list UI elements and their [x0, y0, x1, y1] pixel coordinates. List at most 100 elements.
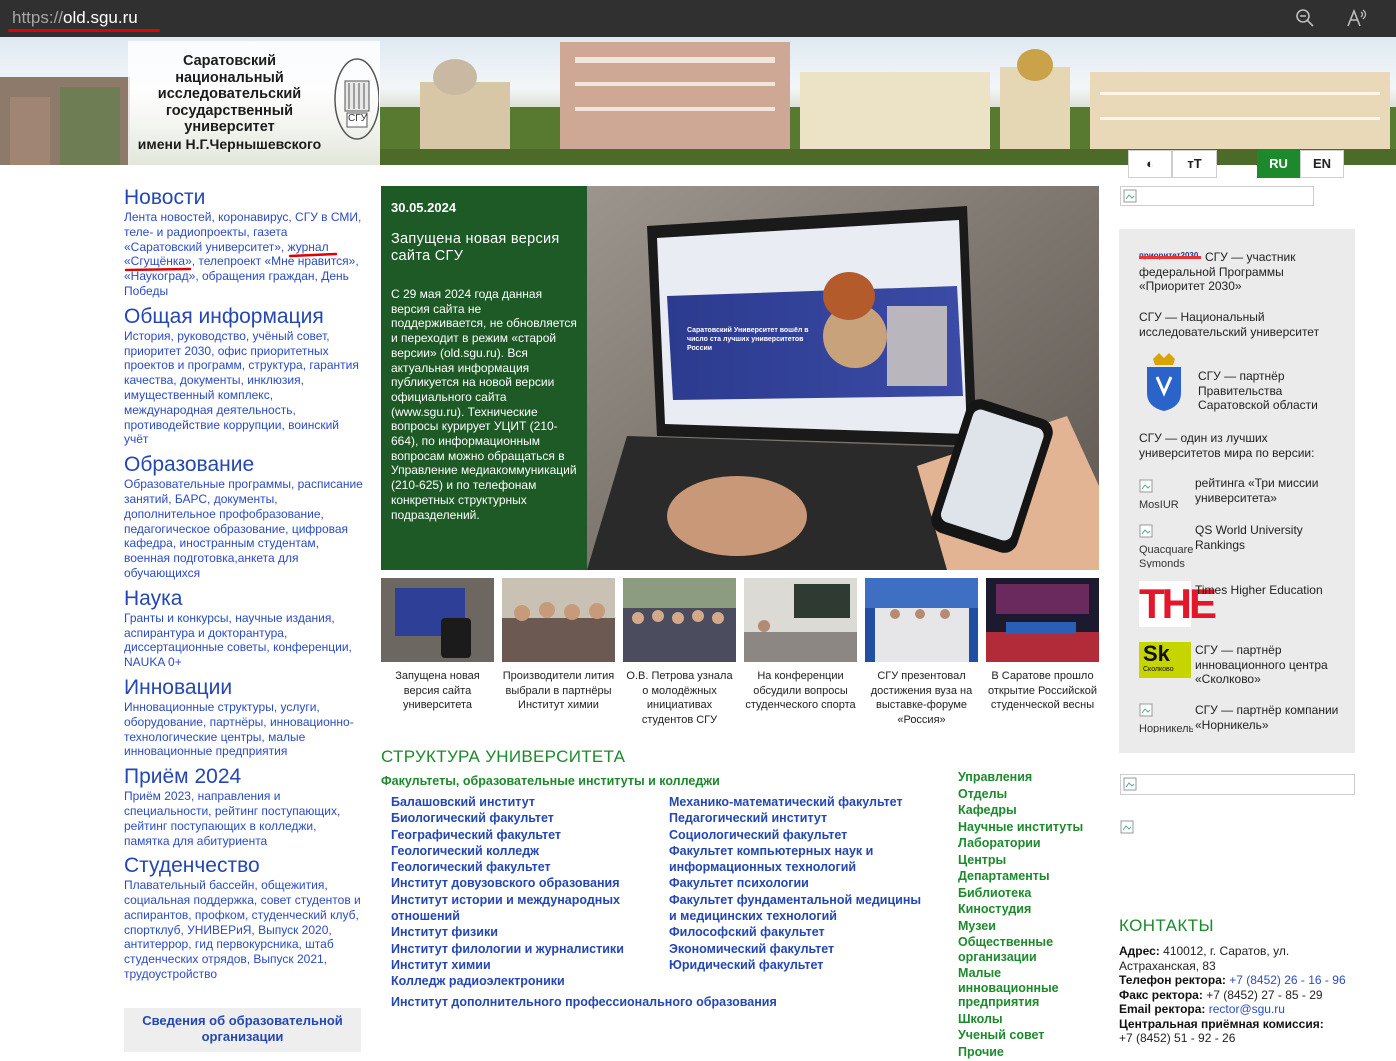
- nornickel-logo[interactable]: Норникель: [1139, 703, 1193, 733]
- news-thumb[interactable]: О.В. Петрова узнала о молодёжных инициат…: [623, 578, 736, 727]
- nav-links-admission[interactable]: Приём 2023, направления и специальности,…: [124, 789, 364, 848]
- faculty-link[interactable]: Факультет компьютерных наук и информацио…: [669, 843, 899, 876]
- nav-links-science[interactable]: Гранты и конкурсы, научные издания, аспи…: [124, 611, 364, 670]
- nav-title-science[interactable]: Наука: [124, 587, 364, 611]
- faculty-link[interactable]: Геологический колледж: [391, 843, 666, 859]
- nav-title-students[interactable]: Студенчество: [124, 854, 364, 878]
- nav-section-science: Наука Гранты и конкурсы, научные издания…: [124, 587, 364, 670]
- news-thumb[interactable]: Запущена новая версия сайта университета: [381, 578, 494, 713]
- qs-logo[interactable]: Quacquarelli Symonds: [1139, 524, 1193, 568]
- nav-title-admission[interactable]: Приём 2024: [124, 765, 364, 789]
- rector-phone-link[interactable]: +7 (8452) 26 - 16 - 96: [1229, 973, 1345, 987]
- faculty-link[interactable]: Географический факультет: [391, 827, 666, 843]
- faculty-link[interactable]: Экономический факультет: [669, 941, 939, 957]
- url-field[interactable]: https://old.sgu.ru: [12, 8, 138, 28]
- nav-links-education[interactable]: Образовательные программы, расписание за…: [124, 477, 364, 581]
- university-logo-block[interactable]: Саратовский национальный исследовательск…: [128, 41, 380, 165]
- the-text: Times Higher Education: [1195, 583, 1323, 597]
- structure-link[interactable]: Школы: [958, 1012, 1093, 1027]
- structure-link[interactable]: Отделы: [958, 787, 1093, 802]
- structure-link[interactable]: Научные институты: [958, 820, 1093, 835]
- faculty-link[interactable]: Институт довузовского образования: [391, 875, 666, 891]
- read-aloud-icon[interactable]: [1346, 8, 1368, 30]
- skolkovo-logo[interactable]: Sk Сколково: [1139, 642, 1191, 678]
- nav-title-education[interactable]: Образование: [124, 453, 364, 477]
- national-university-text: СГУ — Национальный исследовательский уни…: [1139, 310, 1320, 339]
- nav-title-general[interactable]: Общая информация: [124, 305, 364, 329]
- org-info-button[interactable]: Сведения об образовательной организации: [124, 1008, 361, 1052]
- rector-email-link[interactable]: rector@sgu.ru: [1209, 1002, 1285, 1016]
- broken-banner-image[interactable]: [1120, 186, 1314, 206]
- structure-link[interactable]: Прочие: [958, 1045, 1093, 1060]
- contacts-block: Адрес: 410012, г. Саратов, ул. Астраханс…: [1119, 944, 1359, 1046]
- faculty-list-col1: Балашовский институт Биологический факул…: [391, 794, 666, 990]
- structure-link[interactable]: Лаборатории: [958, 836, 1093, 851]
- nav-section-innovation: Инновации Инновационные структуры, услуг…: [124, 676, 364, 759]
- structure-link[interactable]: Ученый совет: [958, 1028, 1093, 1043]
- faculty-link[interactable]: Институт филологии и журналистики: [391, 941, 666, 957]
- faculty-list-col2: Механико-математический факультет Педаго…: [669, 794, 939, 973]
- priority2030-text: СГУ — участник федеральной Программы «Пр…: [1139, 250, 1296, 294]
- faculty-link[interactable]: Балашовский институт: [391, 794, 666, 810]
- header-banner: Саратовский национальный исследовательск…: [0, 37, 1396, 165]
- browser-address-bar: https://old.sgu.ru: [0, 0, 1396, 37]
- broken-image-icon[interactable]: [1120, 820, 1136, 836]
- zoom-out-icon[interactable]: [1294, 8, 1316, 30]
- nav-links-students[interactable]: Плавательный бассейн, общежития, социаль…: [124, 878, 364, 982]
- faculty-link[interactable]: Механико-математический факультет: [669, 794, 939, 810]
- structure-link[interactable]: Департаменты: [958, 869, 1093, 884]
- faculty-link[interactable]: Философский факультет: [669, 924, 939, 940]
- structure-link[interactable]: Музеи: [958, 919, 1093, 934]
- rankings-intro-text: СГУ — один из лучших университетов мира …: [1139, 431, 1315, 460]
- faculty-link[interactable]: Колледж радиоэлектроники: [391, 973, 666, 989]
- contrast-button[interactable]: ◐: [1128, 150, 1172, 178]
- font-size-button[interactable]: тТ: [1172, 150, 1217, 178]
- faculty-link-wide[interactable]: Институт дополнительного профессионально…: [391, 994, 891, 1010]
- nav-links-innovation[interactable]: Инновационные структуры, услуги, оборудо…: [124, 700, 364, 759]
- featured-news-body: С 29 мая 2024 года данная версия сайта н…: [391, 287, 577, 522]
- structure-link[interactable]: Общественные организации: [958, 935, 1093, 964]
- faculty-link[interactable]: Социологический факультет: [669, 827, 939, 843]
- news-thumb[interactable]: На конференции обсудили вопросы студенче…: [744, 578, 857, 713]
- nav-title-innovation[interactable]: Инновации: [124, 676, 364, 700]
- structure-link[interactable]: Центры: [958, 853, 1093, 868]
- featured-news[interactable]: 30.05.2024 Запущена новая версия сайта С…: [381, 186, 1099, 570]
- nav-section-admission: Приём 2024 Приём 2023, направления и спе…: [124, 765, 364, 848]
- faculty-link[interactable]: Институт химии: [391, 957, 666, 973]
- news-thumb-photo: [381, 578, 494, 662]
- news-thumb-photo: [986, 578, 1099, 662]
- red-annotation-underline: [8, 29, 160, 32]
- structure-link[interactable]: Библиотека: [958, 886, 1093, 901]
- faculty-link[interactable]: Биологический факультет: [391, 810, 666, 826]
- faculty-link[interactable]: Юридический факультет: [669, 957, 939, 973]
- structure-link[interactable]: Малые инновационные предприятия: [958, 966, 1093, 1010]
- structure-link[interactable]: Кафедры: [958, 803, 1093, 818]
- nornickel-text: СГУ — партнёр компании «Норникель»: [1195, 703, 1339, 732]
- broken-banner-image[interactable]: [1120, 774, 1355, 795]
- mosiur-logo[interactable]: MosIUR: [1139, 479, 1193, 511]
- nav-title-news[interactable]: Новости: [124, 186, 364, 210]
- featured-news-photo[interactable]: Саратовский Университет вошёл в число ст…: [587, 186, 1099, 570]
- accessibility-toolbar: ◐ тТ RU EN: [1128, 150, 1344, 178]
- saratov-coat-of-arms-icon[interactable]: [1145, 353, 1183, 413]
- faculty-link[interactable]: Геологический факультет: [391, 859, 666, 875]
- news-thumb[interactable]: В Саратове прошло открытие Российской ст…: [986, 578, 1099, 713]
- faculty-link[interactable]: Факультет фундаментальной медицины и мед…: [669, 892, 929, 925]
- structure-link[interactable]: Киностудия: [958, 902, 1093, 917]
- news-thumb-photo: [502, 578, 615, 662]
- nav-section-students: Студенчество Плавательный бассейн, общеж…: [124, 854, 364, 982]
- the-logo[interactable]: THE: [1139, 581, 1217, 627]
- news-thumb[interactable]: Производители лития выбрали в партнёры И…: [502, 578, 615, 713]
- faculty-link[interactable]: Педагогический институт: [669, 810, 939, 826]
- faculty-link[interactable]: Институт физики: [391, 924, 666, 940]
- news-thumb[interactable]: СГУ презентовал достижения вуза на выста…: [865, 578, 978, 727]
- lang-en-button[interactable]: EN: [1300, 150, 1344, 178]
- structure-subtitle[interactable]: Факультеты, образовательные институты и …: [381, 774, 720, 788]
- structure-link[interactable]: Управления: [958, 770, 1093, 785]
- faculty-link[interactable]: Факультет психологии: [669, 875, 939, 891]
- lang-ru-button[interactable]: RU: [1257, 150, 1300, 178]
- nav-links-general[interactable]: История, руководство, учёный совет, прио…: [124, 329, 364, 447]
- featured-news-title[interactable]: Запущена новая версия сайта СГУ: [391, 231, 577, 265]
- nav-section-news: Новости Лента новостей, коронавирус, СГУ…: [124, 186, 364, 299]
- faculty-link[interactable]: Институт истории и международных отношен…: [391, 892, 651, 925]
